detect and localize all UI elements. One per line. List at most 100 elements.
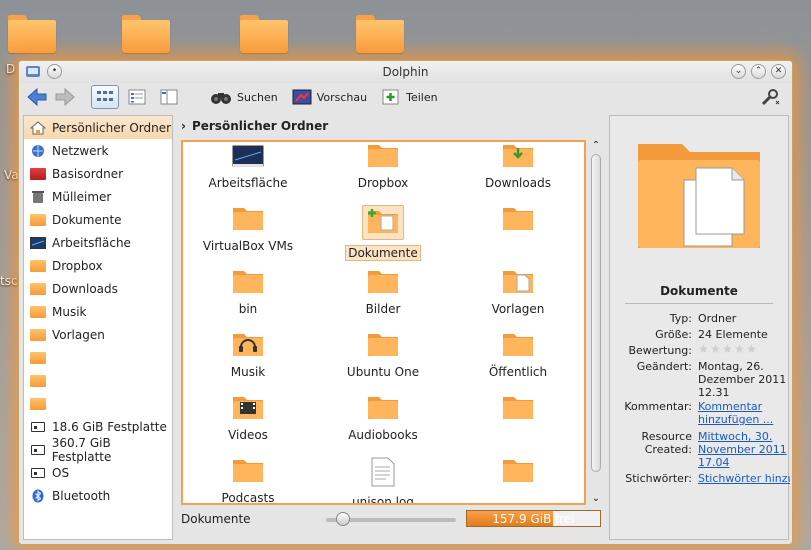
on-all-desktops-button[interactable]: • xyxy=(47,64,62,79)
sidebar-item[interactable]: Mülleimer xyxy=(24,185,172,208)
desktop-folder-3[interactable] xyxy=(240,15,300,65)
details-view-icon xyxy=(128,89,146,105)
info-size-label: Größe: xyxy=(655,328,692,341)
zoom-slider[interactable] xyxy=(326,512,456,526)
desktop-folder-2[interactable] xyxy=(122,15,182,65)
info-created-label: Resource Created: xyxy=(641,430,692,456)
desktop-folder-icon xyxy=(232,145,264,167)
file-item[interactable]: Öffentlich xyxy=(453,331,583,391)
sidebar-item[interactable]: Musik xyxy=(24,300,172,323)
item-icon-wrapper xyxy=(183,457,313,486)
item-icon-wrapper xyxy=(318,268,448,297)
file-item[interactable] xyxy=(453,205,583,265)
dolphin-window: • Dolphin ⌄ ⌃ ✕ Suchen Vorschau Teilen P… xyxy=(18,60,793,545)
share-button[interactable]: Teilen xyxy=(376,86,442,108)
star-icon[interactable]: ★ xyxy=(746,343,757,355)
sidebar-item[interactable]: Persönlicher Ordner xyxy=(24,116,172,139)
add-comment-link[interactable]: Kommentar hinzufügen ... xyxy=(698,400,790,426)
minimize-button[interactable]: ⌄ xyxy=(731,64,746,79)
configure-button[interactable] xyxy=(754,85,786,109)
status-selection: Dokumente xyxy=(181,512,251,526)
forward-button[interactable] xyxy=(53,85,77,109)
sidebar-item[interactable]: Bluetooth xyxy=(24,484,172,507)
file-item[interactable]: VirtualBox VMs xyxy=(183,205,313,265)
file-item[interactable]: Musik xyxy=(183,331,313,391)
sidebar-item[interactable]: OS xyxy=(24,461,172,484)
vertical-scrollbar[interactable]: ⌃ ⌄ xyxy=(589,140,603,505)
file-item[interactable]: Arbeitsfläche xyxy=(183,142,313,202)
preview-icon xyxy=(292,89,312,105)
sidebar-item[interactable]: Downloads xyxy=(24,277,172,300)
icons-view-button[interactable] xyxy=(91,85,119,109)
sidebar-item-label: Vorlagen xyxy=(52,327,105,342)
sidebar-item[interactable]: Netzwerk xyxy=(24,139,172,162)
scroll-up-arrow-icon[interactable]: ⌃ xyxy=(589,140,603,152)
rating-stars[interactable]: ★ ★ ★ ★ ★ xyxy=(698,343,790,357)
app-menu-icon[interactable] xyxy=(25,64,41,80)
folder-icon xyxy=(30,351,46,365)
scroll-thumb[interactable] xyxy=(591,154,601,472)
maximize-button[interactable]: ⌃ xyxy=(751,64,766,79)
desktop-folder-1[interactable] xyxy=(8,15,68,65)
desktop-folder-4[interactable] xyxy=(356,15,416,65)
file-item[interactable]: Downloads xyxy=(453,142,583,202)
file-item-label: Dokumente xyxy=(345,245,421,261)
sidebar-item-label: Bluetooth xyxy=(52,488,111,503)
sidebar-item[interactable]: Basisordner xyxy=(24,162,172,185)
breadcrumb[interactable]: › Persönlicher Ordner xyxy=(181,117,328,135)
sidebar-item[interactable]: 360.7 GiB Festplatte xyxy=(24,436,172,464)
file-item[interactable]: bin xyxy=(183,268,313,328)
file-item[interactable] xyxy=(453,457,583,503)
file-item[interactable]: Dokumente xyxy=(318,205,448,265)
drive-icon xyxy=(30,420,46,434)
details-view-button[interactable] xyxy=(123,85,151,109)
item-icon-wrapper xyxy=(318,142,448,171)
file-item[interactable]: Audiobooks xyxy=(318,394,448,454)
info-type-row: Typ: Ordner xyxy=(610,312,790,325)
file-item[interactable]: Dropbox xyxy=(318,142,448,202)
close-button[interactable]: ✕ xyxy=(771,64,786,79)
scroll-down-arrow-icon[interactable]: ⌄ xyxy=(589,493,603,505)
sidebar-item[interactable]: Dokumente xyxy=(24,208,172,231)
preview-button[interactable]: Vorschau xyxy=(287,87,372,107)
star-icon[interactable]: ★ xyxy=(698,343,709,355)
sidebar-item[interactable]: Arbeitsfläche xyxy=(24,231,172,254)
file-item[interactable]: Podcasts xyxy=(183,457,313,503)
info-type-value: Ordner xyxy=(698,312,737,325)
file-item[interactable]: Bilder xyxy=(318,268,448,328)
breadcrumb-current[interactable]: Persönlicher Ordner xyxy=(192,119,328,133)
sidebar-item[interactable]: Vorlagen xyxy=(24,323,172,346)
created-date-link[interactable]: Mittwoch, 30. November 2011 17.04 xyxy=(698,430,790,469)
star-icon[interactable]: ★ xyxy=(710,343,721,355)
icons-view[interactable]: Arbeitsfläche Dropbox Downloads VirtualBox … xyxy=(181,140,586,505)
sidebar-item[interactable] xyxy=(24,369,172,392)
home-icon xyxy=(30,120,46,135)
item-icon-wrapper xyxy=(318,457,448,490)
info-created-row: Resource Created: Mittwoch, 30. November… xyxy=(610,430,790,469)
columns-view-button[interactable] xyxy=(155,85,183,109)
music-folder-icon xyxy=(30,305,46,319)
file-item[interactable]: unison.log xyxy=(318,457,448,503)
sidebar-item[interactable]: Dropbox xyxy=(24,254,172,277)
file-item[interactable] xyxy=(453,394,583,454)
file-item[interactable]: Videos xyxy=(183,394,313,454)
title-bar[interactable]: • Dolphin ⌄ ⌃ ✕ xyxy=(19,61,792,83)
status-bar: Dokumente 157.9 GiB frei xyxy=(181,508,611,530)
file-item[interactable]: Vorlagen xyxy=(453,268,583,328)
file-item-label: Bilder xyxy=(365,302,401,316)
file-item-label: Audiobooks xyxy=(348,428,418,442)
star-icon[interactable]: ★ xyxy=(734,343,745,355)
add-tags-link[interactable]: Stichwörter hinzu xyxy=(698,472,790,485)
preview-label: Vorschau xyxy=(316,90,368,104)
sidebar-item[interactable] xyxy=(24,346,172,369)
back-button[interactable] xyxy=(25,85,49,109)
star-icon[interactable]: ★ xyxy=(722,343,733,355)
sidebar-item[interactable] xyxy=(24,392,172,415)
search-button[interactable]: Suchen xyxy=(205,87,283,107)
file-item-label: Ubuntu One xyxy=(346,365,420,379)
templates-folder-icon xyxy=(30,328,46,342)
file-item[interactable]: Ubuntu One xyxy=(318,331,448,391)
info-size-row: Größe: 24 Elemente xyxy=(610,328,790,341)
zoom-slider-handle[interactable] xyxy=(336,512,350,526)
drive-icon xyxy=(30,443,46,457)
